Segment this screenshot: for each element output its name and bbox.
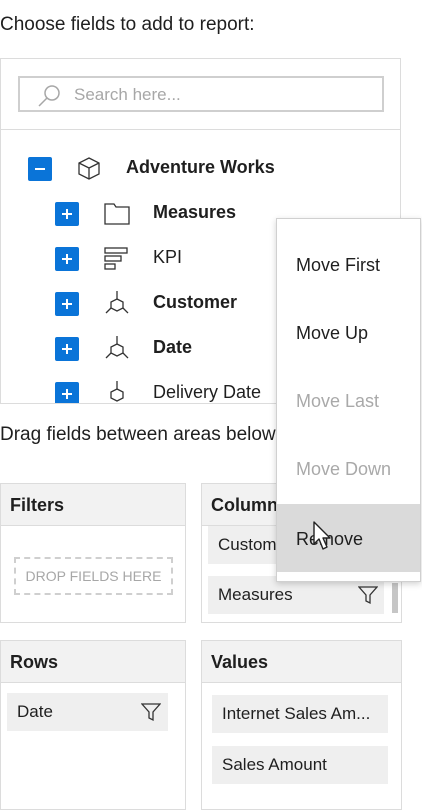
plus-icon <box>62 254 72 264</box>
search-box[interactable] <box>18 76 384 112</box>
filter-icon[interactable] <box>357 585 379 610</box>
row-field-date[interactable]: Date <box>7 693 168 731</box>
tree-node-label: Date <box>153 337 193 357</box>
values-area-title: Values <box>202 641 401 683</box>
menu-item-move-down: Move Down <box>296 459 392 479</box>
tree-node-label: Customer <box>153 292 238 312</box>
rows-area-title: Rows <box>1 641 185 683</box>
expand-toggle[interactable] <box>55 202 79 226</box>
field-chip-label: Internet Sales Am... <box>222 704 371 723</box>
field-list-heading: Choose fields to add to report: <box>0 14 255 35</box>
kpi-icon <box>103 245 131 276</box>
folder-icon <box>103 200 131 231</box>
menu-item-move-last: Move Last <box>296 391 380 411</box>
field-chip-label: Sales Amount <box>222 755 327 774</box>
value-field-internet-sales[interactable]: Internet Sales Am... <box>212 695 388 733</box>
plus-icon <box>62 299 72 309</box>
cube-icon <box>76 155 102 186</box>
context-menu: Move First Move Up Move Last Move Down R… <box>276 218 421 582</box>
minus-icon <box>35 168 45 170</box>
menu-item-move-up[interactable]: Move Up <box>277 298 420 366</box>
dimension-icon <box>103 334 131 367</box>
drag-instructions: Drag fields between areas below: <box>0 424 281 445</box>
plus-icon <box>62 344 72 354</box>
collapse-toggle[interactable] <box>28 157 52 181</box>
value-field-sales-amount[interactable]: Sales Amount <box>212 746 388 784</box>
tree-node-customer[interactable]: Customer <box>55 289 255 319</box>
dimension-icon <box>103 289 131 322</box>
menu-item-remove[interactable]: Remove <box>277 504 420 572</box>
plus-icon <box>62 389 72 399</box>
tree-node-label: KPI <box>153 247 183 267</box>
tree-node-adventure-works[interactable]: Adventure Works <box>28 154 328 184</box>
search-icon <box>36 83 62 114</box>
filter-icon[interactable] <box>140 702 162 727</box>
tree-node-label: Delivery Date <box>153 382 262 402</box>
menu-item-move-first[interactable]: Move First <box>277 230 420 298</box>
field-chip-label: Measures <box>218 585 293 604</box>
columns-scrollbar[interactable] <box>392 583 398 613</box>
values-area: Values Internet Sales Am... Sales Amount <box>201 640 402 810</box>
dimension-icon <box>103 379 131 403</box>
tree-node-kpi[interactable]: KPI <box>55 244 255 274</box>
drop-fields-zone[interactable]: DROP FIELDS HERE <box>14 557 173 595</box>
search-area <box>1 59 400 130</box>
tree-node-label: Measures <box>153 202 237 222</box>
search-input[interactable] <box>72 83 376 107</box>
expand-toggle[interactable] <box>55 337 79 361</box>
tree-node-measures[interactable]: Measures <box>55 199 255 229</box>
field-chip-label: Date <box>17 702 53 721</box>
mouse-cursor-icon <box>312 520 334 557</box>
tree-node-label: Adventure Works <box>126 157 275 177</box>
tree-node-date[interactable]: Date <box>55 334 255 364</box>
expand-toggle[interactable] <box>55 247 79 271</box>
rows-area: Rows Date <box>0 640 186 810</box>
filters-area-title: Filters <box>1 484 185 526</box>
plus-icon <box>62 209 72 219</box>
expand-toggle[interactable] <box>55 292 79 316</box>
filters-area: Filters DROP FIELDS HERE <box>0 483 186 623</box>
expand-toggle[interactable] <box>55 382 79 403</box>
tree-node-delivery-date[interactable]: Delivery Date <box>55 379 261 403</box>
